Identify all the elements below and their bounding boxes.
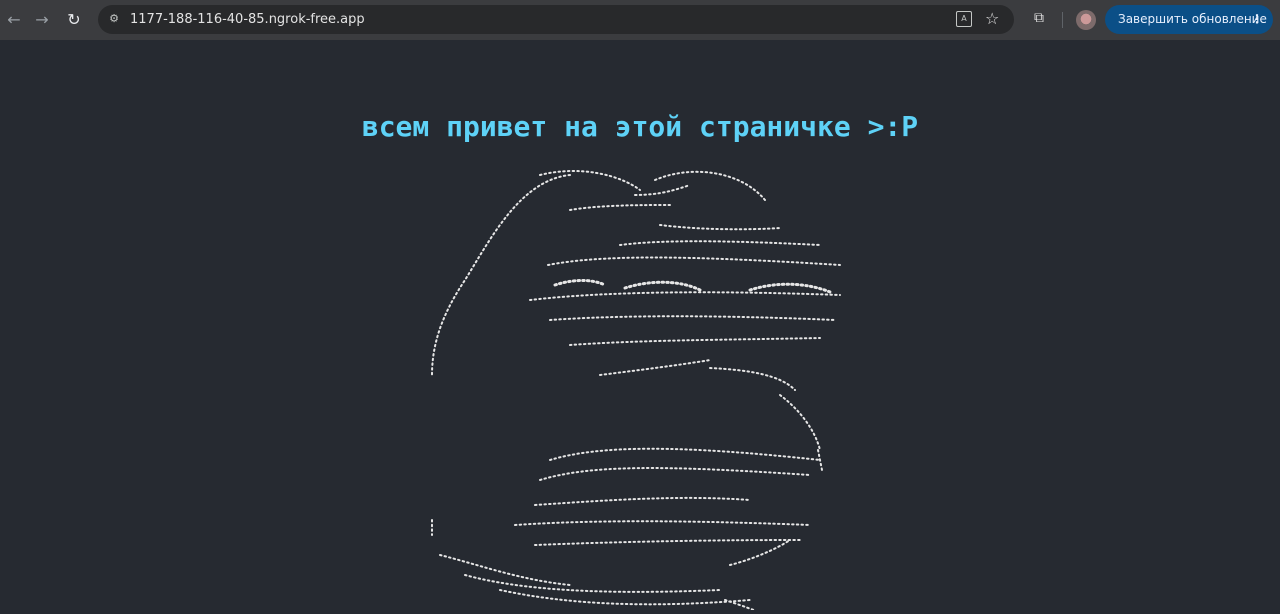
art-nose-right <box>709 367 796 391</box>
translate-icon[interactable]: A <box>956 11 972 27</box>
toolbar-divider <box>1062 12 1063 28</box>
art-eye-line <box>619 240 821 246</box>
browser-toolbar: ← → ↻ ⚙ 1177-188-116-40-85.ngrok-free.ap… <box>0 0 1280 40</box>
page-heading: всем привет на этой страничке >:P <box>361 110 919 143</box>
extensions-icon[interactable]: ⧉ <box>1030 9 1048 27</box>
art-eye-right <box>748 282 832 294</box>
back-icon[interactable]: ← <box>2 8 26 32</box>
page-content: всем привет на этой страничке >:P <box>0 40 1280 614</box>
art-chin-left <box>439 554 571 586</box>
more-vert-icon[interactable]: ⋮ <box>1251 5 1263 34</box>
art-top-arc-right <box>654 170 766 201</box>
url-text[interactable]: 1177-188-116-40-85.ngrok-free.app <box>130 5 365 34</box>
art-brow <box>634 184 691 196</box>
art-chin-tail <box>724 599 766 614</box>
update-button-label: Завершить обновление <box>1118 12 1267 26</box>
address-bar[interactable]: ⚙ 1177-188-116-40-85.ngrok-free.app A ☆ <box>98 5 1014 34</box>
ascii-art-face <box>420 160 860 614</box>
art-eye-center <box>623 280 702 292</box>
art-mouth-top <box>549 447 821 461</box>
art-eyebrow <box>569 204 671 211</box>
art-tongue-top <box>534 496 751 506</box>
art-head-outline <box>431 174 571 376</box>
art-cheek-right <box>779 394 821 451</box>
art-brow-right <box>659 224 781 231</box>
art-chin-middle <box>464 574 721 593</box>
star-icon[interactable]: ☆ <box>985 9 999 28</box>
update-button[interactable]: Завершить обновление ⋮ <box>1105 5 1273 34</box>
art-eye-lower <box>549 315 836 321</box>
art-top-arc-left <box>539 169 641 191</box>
art-eye-left <box>553 279 607 287</box>
reload-icon[interactable]: ↻ <box>62 8 86 32</box>
art-nose-left <box>599 359 711 376</box>
art-mouth-upper-lip <box>539 467 811 481</box>
art-jaw-right <box>729 539 791 566</box>
art-cheek-line <box>569 337 821 346</box>
art-eye-upper <box>547 256 841 266</box>
profile-avatar[interactable] <box>1076 10 1096 30</box>
art-eye-middle <box>529 291 841 301</box>
ascii-art-svg <box>431 169 841 614</box>
forward-icon[interactable]: → <box>30 8 54 32</box>
art-mouth-lower <box>534 539 801 546</box>
site-info-icon[interactable]: ⚙ <box>106 11 122 27</box>
art-mouth-middle <box>514 520 811 526</box>
